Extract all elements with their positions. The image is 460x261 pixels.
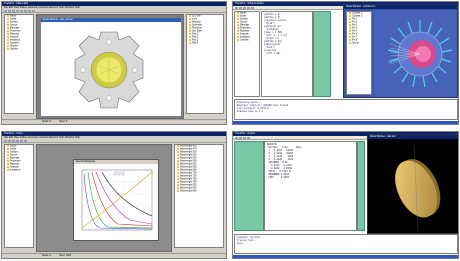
toolbar-button[interactable]	[24, 10, 27, 12]
viewer-window[interactable]: Model Window - cylinder.oml Cylinder 1 Cy…	[343, 4, 458, 98]
toolbar	[2, 139, 226, 143]
list-item[interactable]: Pad 4	[187, 42, 223, 45]
model-view[interactable]	[41, 22, 181, 116]
model-tree[interactable]: Model Solids Surface Source Materials Propert…	[4, 144, 34, 248]
toolbar-button[interactable]	[235, 137, 238, 139]
viewer-list[interactable]: Cylinder 1 Cylinder 2 Fin 1 Fin 2 Fin 3 Fin 4…	[346, 11, 372, 95]
toolbar-button[interactable]	[12, 140, 15, 142]
toolbar-button[interactable]	[247, 7, 250, 9]
toolbar-button[interactable]	[20, 10, 23, 12]
toolbar-button[interactable]	[20, 140, 23, 142]
spectral-chart	[81, 169, 153, 231]
list-item[interactable]: Source	[347, 42, 371, 45]
chart-window[interactable]: Spectral Response	[73, 159, 159, 241]
report-margin-right	[357, 141, 365, 231]
code-editor[interactable]: (define x 0) (define y 0) (raytrace:source…	[261, 11, 313, 97]
chart-area: Spectral Response	[36, 144, 172, 252]
status-rays: Rays: 1000	[59, 255, 72, 257]
status-solids: Solids: 2	[42, 255, 51, 257]
toolbar-button[interactable]	[32, 10, 35, 12]
window-chart: TracePro - Chart File Edit View Define G…	[1, 131, 227, 259]
console-line: Elapsed time 12.4 s	[237, 110, 264, 113]
toolbar-button[interactable]	[16, 10, 19, 12]
taskbar	[233, 255, 458, 258]
toolbar-button[interactable]	[16, 140, 19, 142]
status-rays: Rays: 0	[59, 121, 68, 123]
window-macro-editor: TracePro - Scheme Editor Model Solids Surf…	[232, 1, 459, 125]
finned-cylinder-model	[374, 10, 457, 97]
toolbar-button[interactable]	[243, 137, 246, 139]
editor-margin	[313, 11, 331, 97]
toolbar-button[interactable]	[8, 140, 11, 142]
toolbar-button[interactable]	[12, 10, 15, 12]
model-tree[interactable]: Model Solids Surface Source Materials Propert…	[4, 14, 34, 114]
console-line: Done.	[237, 242, 244, 245]
toolbar-button[interactable]	[247, 137, 250, 139]
code-line: 'refr 1.49)	[264, 52, 281, 55]
toolbar-button[interactable]	[235, 7, 238, 9]
toolbar-button[interactable]	[4, 10, 7, 12]
toolbar-button[interactable]	[239, 137, 242, 139]
wavelength-list[interactable]: Wavelength 450 Wavelength 470 Wavelength 5…	[174, 144, 224, 248]
taskbar	[233, 121, 458, 124]
window-star-led: TracePro - [Star LED] File Edit View Def…	[1, 1, 227, 125]
toolbar-button[interactable]	[239, 7, 242, 9]
tree-item[interactable]: Options	[5, 48, 33, 51]
toolbar	[2, 9, 226, 13]
output-console[interactable]: Compiling macro... Raytrace complete: 100…	[234, 99, 458, 120]
window-output: TracePro - Output RESULTS Surface Flux R…	[232, 131, 459, 259]
status-bar: Solids: 2 Rays: 1000	[2, 253, 226, 258]
disk-model	[395, 144, 441, 232]
toolbar-button[interactable]	[8, 10, 11, 12]
output-console[interactable]: Command: raytrace Tracing rays... Done.	[234, 234, 458, 254]
report-output[interactable]: RESULTS Surface Flux Rays 1 0.4523 12044…	[264, 141, 357, 231]
list-item[interactable]: Wavelength 880	[175, 190, 223, 193]
tree-item[interactable]: Candela	[235, 39, 259, 42]
toolbar-button[interactable]	[4, 140, 7, 142]
status-solids: Solids: 6	[42, 121, 51, 123]
toolbar-button[interactable]	[28, 10, 31, 12]
report-line: LOST 0.0054	[267, 176, 290, 179]
toolbar-button[interactable]	[24, 140, 27, 142]
toolbar-button[interactable]	[251, 7, 254, 9]
viewer-title: Model Window - cylinder.oml	[344, 5, 457, 9]
star-led-model	[74, 31, 144, 109]
viewer-window[interactable]: Model Window - disk.oml	[367, 134, 458, 234]
toolbar-button[interactable]	[243, 7, 246, 9]
report-margin-left	[234, 141, 264, 231]
tree-item[interactable]: Irradiance	[5, 169, 33, 172]
model-canvas[interactable]: Model Window - star_led.oml	[36, 14, 184, 119]
macro-tree[interactable]: Model Solids Surface Source Materials Propert…	[234, 11, 260, 97]
properties-list[interactable]: LED Die Lens Housing Substrate Phosphor Star …	[186, 14, 224, 114]
status-bar: Solids: 6 Rays: 0	[2, 119, 226, 124]
